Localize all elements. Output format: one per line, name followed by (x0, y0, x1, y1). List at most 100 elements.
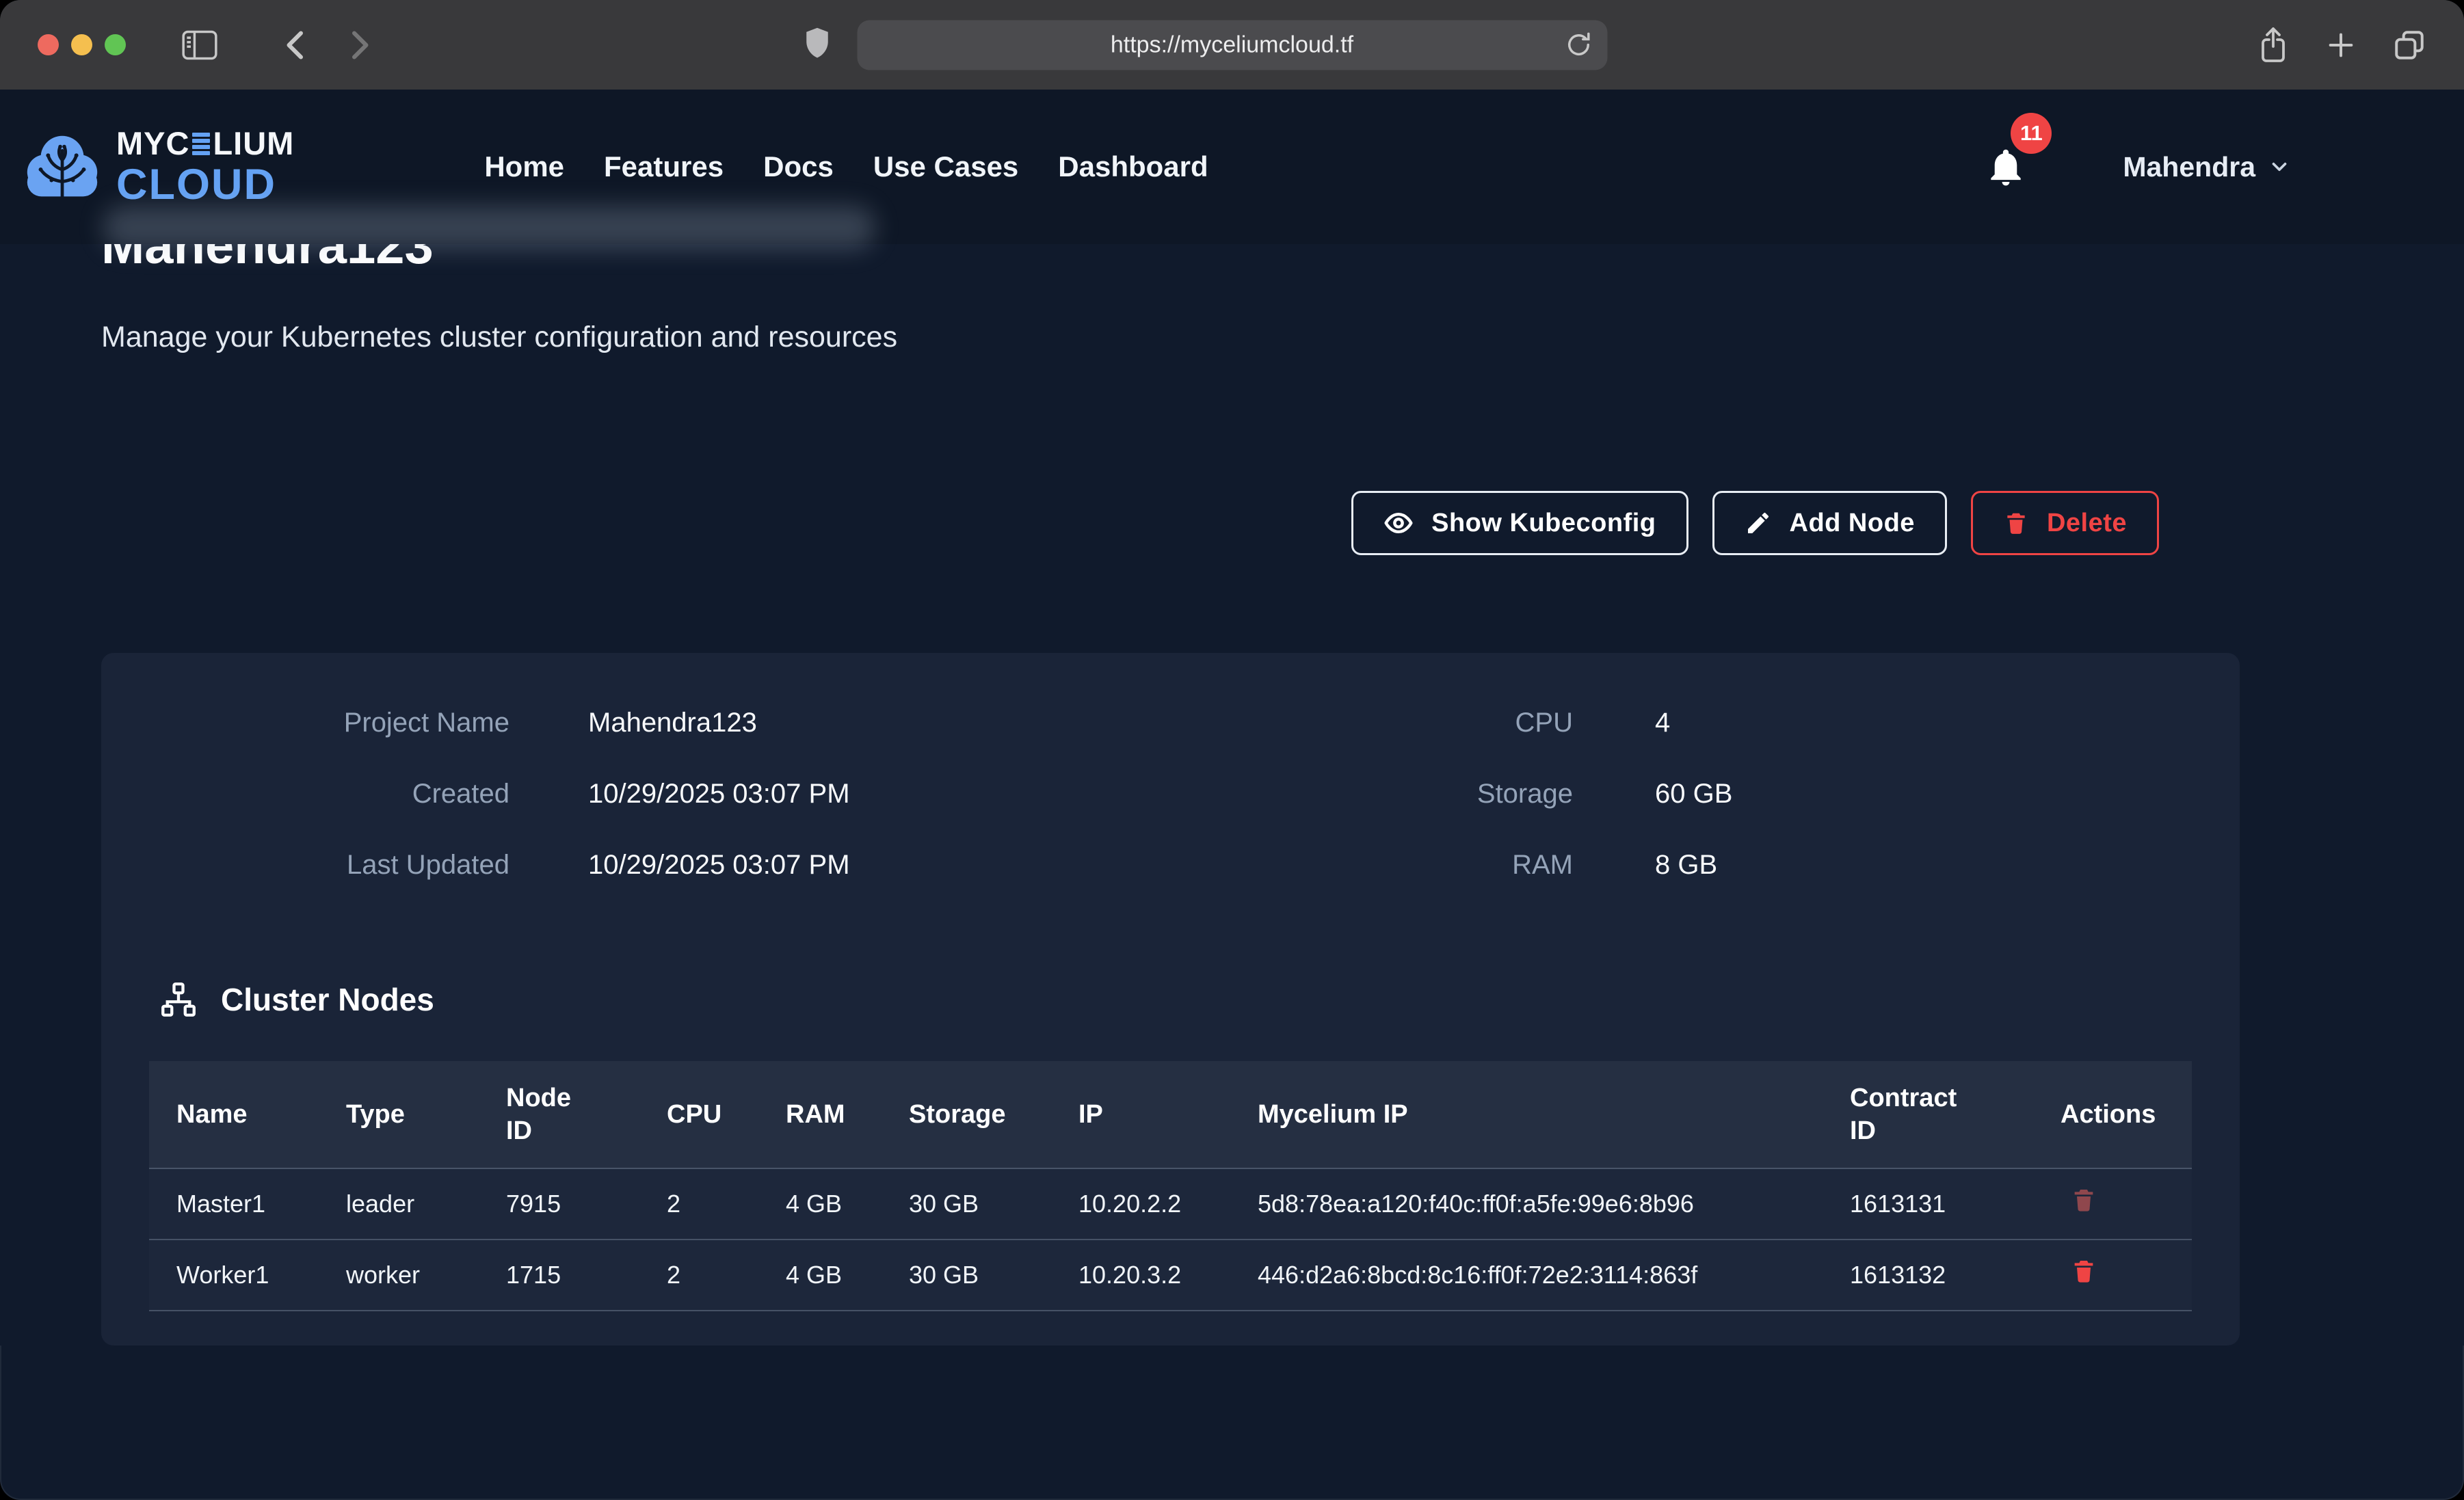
cluster-actions: Show Kubeconfig Add Node Delete (101, 491, 2240, 555)
table-header: Name Type Node ID CPU RAM Storage IP Myc… (149, 1061, 2192, 1168)
nav-links: Home Features Docs Use Cases Dashboard (484, 150, 1208, 183)
mycelium-cloud-logo[interactable]: MYCLIUM CLOUD (19, 124, 294, 210)
share-button[interactable] (2257, 26, 2290, 64)
detail-label: Created (101, 775, 509, 813)
browser-toolbar: https://myceliumcloud.tf (0, 0, 2464, 90)
detail-label: Storage (1125, 775, 1573, 813)
col-actions: Actions (2033, 1061, 2192, 1168)
browser-window: https://myceliumcloud.tf (0, 0, 2464, 1500)
traffic-light-close[interactable] (38, 34, 59, 55)
detail-value: 60 GB (1573, 775, 1997, 813)
url-text: https://myceliumcloud.tf (1111, 31, 1353, 58)
page-title: Mahendra123 (101, 244, 2464, 276)
nav-link-docs[interactable]: Docs (763, 150, 834, 183)
refresh-icon (1563, 29, 1593, 62)
delete-cluster-button[interactable]: Delete (1971, 491, 2159, 555)
delete-node-button[interactable] (2061, 1257, 2097, 1287)
cell-node-id: 7915 (479, 1168, 639, 1240)
page-content: Mahendra123 Manage your Kubernetes clust… (0, 244, 2464, 1345)
show-kubeconfig-button[interactable]: Show Kubeconfig (1351, 491, 1688, 555)
col-ram: RAM (758, 1061, 882, 1168)
cell-ram: 4 GB (758, 1168, 882, 1240)
back-button[interactable] (280, 28, 308, 62)
detail-label: Project Name (101, 704, 509, 742)
col-mycelium-ip: Mycelium IP (1230, 1061, 1823, 1168)
user-menu[interactable]: Mahendra (2123, 151, 2291, 183)
cell-name: Master1 (149, 1168, 319, 1240)
section-title: Cluster Nodes (221, 980, 434, 1019)
cluster-details-panel: Project Name Mahendra123 Created 10/29/2… (101, 653, 2240, 1345)
add-node-button[interactable]: Add Node (1712, 491, 1947, 555)
details-right-column: CPU 4 Storage 60 GB RAM 8 GB (1125, 704, 1997, 884)
col-storage: Storage (882, 1061, 1051, 1168)
traffic-light-zoom[interactable] (105, 34, 126, 55)
cell-storage: 30 GB (882, 1168, 1051, 1240)
chevron-down-icon (2268, 155, 2291, 178)
privacy-shield-icon (803, 25, 832, 64)
cell-contract-id: 1613132 (1823, 1240, 2033, 1311)
share-icon (2257, 26, 2290, 64)
detail-value: 4 (1573, 704, 1997, 742)
detail-value: Mahendra123 (509, 704, 1125, 742)
nav-link-dashboard[interactable]: Dashboard (1058, 150, 1208, 183)
detail-label: RAM (1125, 846, 1573, 884)
col-node-id: Node ID (479, 1061, 639, 1168)
nav-link-features[interactable]: Features (604, 150, 724, 183)
forward-button[interactable] (347, 28, 375, 62)
refresh-button[interactable] (1563, 29, 1593, 62)
notification-badge: 11 (2011, 113, 2052, 154)
cell-cpu: 2 (639, 1240, 758, 1311)
page-title-clip: Mahendra123 (101, 244, 2464, 278)
new-tab-button[interactable] (2325, 29, 2357, 61)
eye-icon (1383, 508, 1414, 538)
cluster-nodes-heading: Cluster Nodes (161, 980, 2240, 1019)
plus-icon (2325, 29, 2357, 61)
forward-chevron-icon (347, 28, 375, 62)
logo-line1: MYCLIUM (116, 126, 294, 161)
tabs-icon (2392, 28, 2426, 62)
nav-link-use-cases[interactable]: Use Cases (873, 150, 1018, 183)
cell-ram: 4 GB (758, 1240, 882, 1311)
sidebar-toggle-button[interactable] (182, 30, 217, 60)
detail-value: 8 GB (1573, 846, 1997, 884)
cell-type: leader (319, 1168, 479, 1240)
col-contract-id: Contract ID (1823, 1061, 2033, 1168)
cell-node-id: 1715 (479, 1240, 639, 1311)
cell-actions (2033, 1168, 2192, 1240)
trash-icon (2070, 1257, 2097, 1285)
table-row: Worker1 worker 1715 2 4 GB 30 GB 10.20.3… (149, 1240, 2192, 1311)
detail-label: Last Updated (101, 846, 509, 884)
cluster-details-grid: Project Name Mahendra123 Created 10/29/2… (101, 704, 2240, 884)
table-row: Master1 leader 7915 2 4 GB 30 GB 10.20.2… (149, 1168, 2192, 1240)
navbar-right: 11 Mahendra (1985, 143, 2291, 191)
blur-smudge (103, 206, 875, 250)
tab-overview-button[interactable] (2392, 28, 2426, 62)
delete-node-button[interactable] (2061, 1186, 2097, 1216)
cell-mycelium-ip: 446:d2a6:8bcd:8c16:ff0f:72e2:3114:863f (1230, 1240, 1823, 1311)
cell-ip: 10.20.2.2 (1051, 1168, 1230, 1240)
cell-type: worker (319, 1240, 479, 1311)
details-left-column: Project Name Mahendra123 Created 10/29/2… (101, 704, 1125, 884)
address-bar[interactable]: https://myceliumcloud.tf (857, 20, 1607, 70)
logo-e-bars (192, 133, 210, 155)
cloud-tree-logo-icon (19, 124, 105, 210)
detail-value: 10/29/2025 03:07 PM (509, 775, 1125, 813)
page-subtitle: Manage your Kubernetes cluster configura… (101, 318, 2464, 356)
cell-storage: 30 GB (882, 1240, 1051, 1311)
col-type: Type (319, 1061, 479, 1168)
cell-ip: 10.20.3.2 (1051, 1240, 1230, 1311)
trash-icon (2070, 1186, 2097, 1214)
user-name: Mahendra (2123, 151, 2255, 183)
cell-actions (2033, 1240, 2192, 1311)
col-name: Name (149, 1061, 319, 1168)
site-navbar: MYCLIUM CLOUD Home Features Docs Use Cas… (0, 90, 2464, 244)
traffic-light-minimize[interactable] (71, 34, 92, 55)
cell-cpu: 2 (639, 1168, 758, 1240)
col-cpu: CPU (639, 1061, 758, 1168)
notifications-button[interactable]: 11 (1985, 143, 2027, 191)
pencil-icon (1745, 509, 1772, 537)
nav-link-home[interactable]: Home (484, 150, 564, 183)
table-body: Master1 leader 7915 2 4 GB 30 GB 10.20.2… (149, 1168, 2192, 1311)
logo-wordmark: MYCLIUM CLOUD (116, 126, 294, 207)
cell-name: Worker1 (149, 1240, 319, 1311)
